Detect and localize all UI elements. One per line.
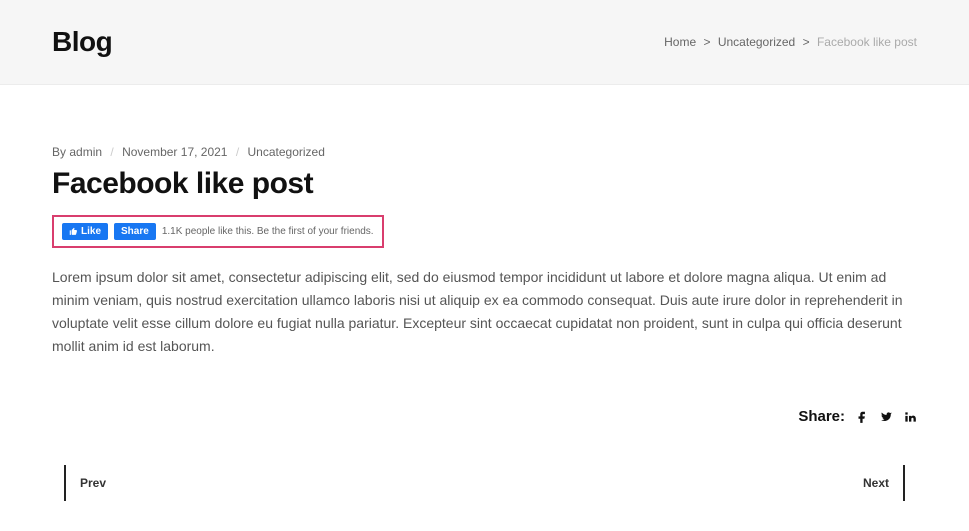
share-label: Share: (798, 408, 845, 425)
facebook-like-label: Like (81, 226, 101, 237)
facebook-icon[interactable] (855, 410, 869, 424)
breadcrumb-sep: > (803, 35, 810, 49)
meta-date: November 17, 2021 (122, 145, 227, 159)
share-row: Share: (52, 408, 917, 425)
breadcrumb-category[interactable]: Uncategorized (718, 35, 795, 49)
breadcrumb: Home > Uncategorized > Facebook like pos… (664, 35, 917, 49)
meta-category[interactable]: Uncategorized (248, 145, 325, 159)
meta-by: By (52, 145, 66, 159)
breadcrumb-home[interactable]: Home (664, 35, 696, 49)
prev-post-link[interactable]: Prev (64, 465, 106, 501)
breadcrumb-current: Facebook like post (817, 35, 917, 49)
facebook-share-label: Share (121, 226, 149, 237)
post-title: Facebook like post (52, 167, 917, 201)
thumbs-up-icon (69, 227, 78, 236)
meta-sep: / (110, 145, 113, 159)
page-header: Blog Home > Uncategorized > Facebook lik… (0, 0, 969, 85)
next-post-link[interactable]: Next (863, 465, 905, 501)
meta-author[interactable]: admin (69, 145, 102, 159)
post-meta: By admin / November 17, 2021 / Uncategor… (52, 145, 917, 159)
meta-sep: / (236, 145, 239, 159)
breadcrumb-sep: > (703, 35, 710, 49)
post-body: Lorem ipsum dolor sit amet, consectetur … (52, 266, 917, 358)
page-title: Blog (52, 26, 112, 58)
post-navigation: Prev Next (52, 465, 917, 501)
post-container: By admin / November 17, 2021 / Uncategor… (0, 85, 969, 531)
facebook-like-count-text: 1.1K people like this. Be the first of y… (162, 226, 374, 237)
linkedin-icon[interactable] (903, 410, 917, 424)
facebook-widget-highlight: Like Share 1.1K people like this. Be the… (52, 215, 384, 248)
twitter-icon[interactable] (879, 410, 893, 424)
facebook-like-button[interactable]: Like (62, 223, 108, 240)
facebook-share-button[interactable]: Share (114, 223, 156, 240)
